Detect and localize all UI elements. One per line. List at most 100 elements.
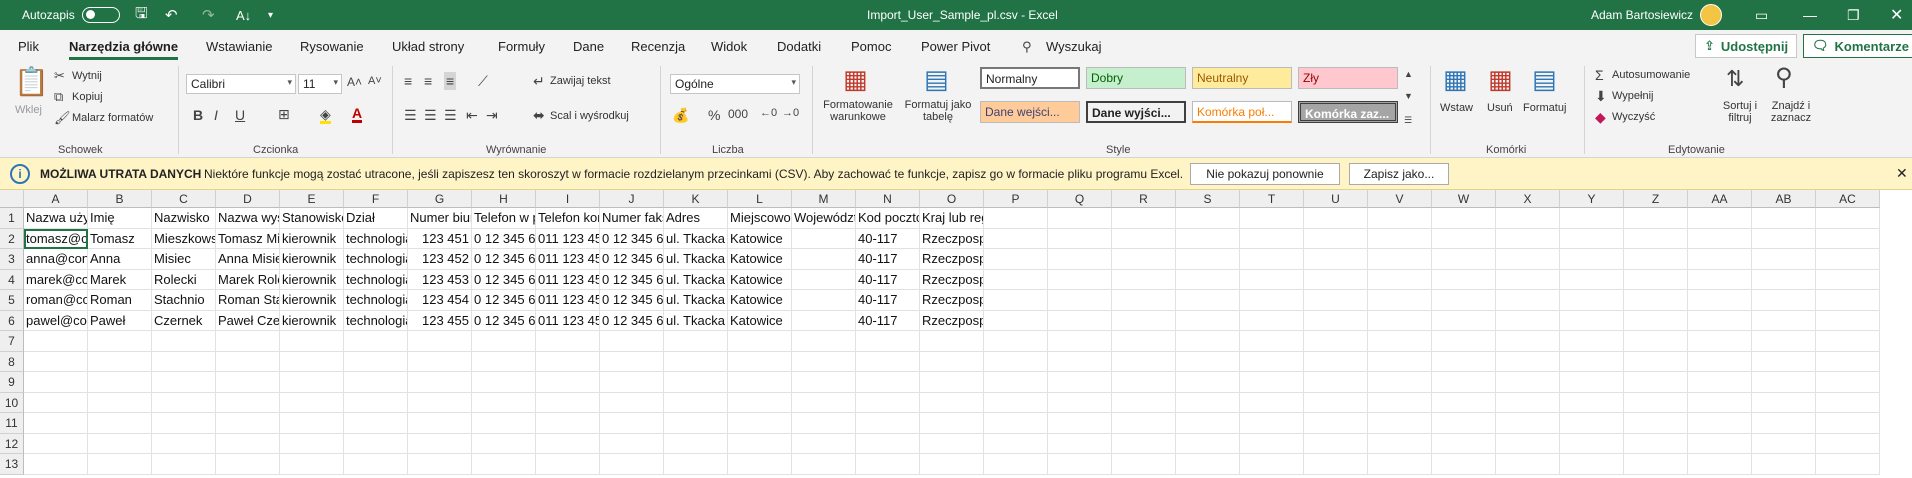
style-check-cell[interactable]: Komórka zaz... — [1298, 101, 1398, 123]
row-header-6[interactable]: 6 — [0, 310, 24, 331]
cell-q6[interactable] — [1048, 310, 1112, 331]
cell-f9[interactable] — [344, 372, 408, 393]
cell-t9[interactable] — [1240, 372, 1304, 393]
fill-color-icon[interactable]: ◈ — [320, 107, 331, 124]
merge-center-button[interactable]: Scal i wyśrodkuj — [550, 110, 629, 122]
cell-n6[interactable]: 40-117 — [856, 310, 920, 331]
cell-u9[interactable] — [1304, 372, 1368, 393]
cell-m2[interactable] — [792, 228, 856, 249]
align-center-icon[interactable]: ☰ — [424, 108, 437, 122]
cell-s11[interactable] — [1176, 413, 1240, 434]
format-cells-button[interactable]: Formatuj — [1523, 102, 1566, 114]
search-icon[interactable]: ⚲ — [1022, 39, 1032, 55]
cell-m9[interactable] — [792, 372, 856, 393]
currency-icon[interactable]: 💰 — [672, 108, 689, 122]
cell-z4[interactable] — [1624, 269, 1688, 290]
cell-i8[interactable] — [536, 351, 600, 372]
cell-w3[interactable] — [1432, 249, 1496, 270]
cell-u11[interactable] — [1304, 413, 1368, 434]
cell-a11[interactable] — [24, 413, 88, 434]
align-right-icon[interactable]: ☰ — [444, 108, 457, 122]
cell-a12[interactable] — [24, 433, 88, 454]
cell-y7[interactable] — [1560, 331, 1624, 352]
cell-b5[interactable]: Roman — [88, 290, 152, 311]
cell-y2[interactable] — [1560, 228, 1624, 249]
cut-icon[interactable]: ✂ — [54, 69, 65, 82]
cell-c1[interactable]: Nazwisko — [152, 208, 216, 229]
cell-r9[interactable] — [1112, 372, 1176, 393]
cell-t11[interactable] — [1240, 413, 1304, 434]
cell-aa3[interactable] — [1688, 249, 1752, 270]
close-icon[interactable]: ✕ — [1890, 0, 1903, 30]
tab-page-layout[interactable]: Układ strony — [392, 39, 464, 54]
cell-p13[interactable] — [984, 454, 1048, 475]
font-name-dropdown[interactable]: Calibri — [186, 74, 296, 94]
cell-n8[interactable] — [856, 351, 920, 372]
comments-button[interactable]: 🗨 Komentarze — [1803, 34, 1912, 58]
cell-z5[interactable] — [1624, 290, 1688, 311]
cell-l2[interactable]: Katowice — [728, 228, 792, 249]
cell-n11[interactable] — [856, 413, 920, 434]
align-middle-icon[interactable]: ≡ — [424, 74, 432, 88]
cell-l6[interactable]: Katowice — [728, 310, 792, 331]
cell-d2[interactable]: Tomasz Mieszkowski — [216, 228, 280, 249]
cell-z9[interactable] — [1624, 372, 1688, 393]
fill-button[interactable]: Wypełnij — [1612, 90, 1653, 102]
column-header-z[interactable]: Z — [1624, 190, 1688, 208]
tab-power-pivot[interactable]: Power Pivot — [921, 39, 990, 54]
decrease-decimal-icon[interactable]: →0 — [782, 108, 799, 119]
column-header-s[interactable]: S — [1176, 190, 1240, 208]
cell-aa10[interactable] — [1688, 392, 1752, 413]
cell-k1[interactable]: Adres — [664, 208, 728, 229]
clear-icon[interactable]: ◆ — [1595, 110, 1606, 124]
cell-y4[interactable] — [1560, 269, 1624, 290]
cell-a7[interactable] — [24, 331, 88, 352]
cell-v7[interactable] — [1368, 331, 1432, 352]
column-header-x[interactable]: X — [1496, 190, 1560, 208]
cell-m10[interactable] — [792, 392, 856, 413]
column-header-ab[interactable]: AB — [1752, 190, 1816, 208]
cell-ac8[interactable] — [1816, 351, 1880, 372]
cell-z10[interactable] — [1624, 392, 1688, 413]
cell-y9[interactable] — [1560, 372, 1624, 393]
cell-aa12[interactable] — [1688, 433, 1752, 454]
cell-ac3[interactable] — [1816, 249, 1880, 270]
cell-w6[interactable] — [1432, 310, 1496, 331]
cell-o3[interactable]: Rzeczpospolita Polska — [920, 249, 984, 270]
cell-c13[interactable] — [152, 454, 216, 475]
cell-w11[interactable] — [1432, 413, 1496, 434]
cell-m12[interactable] — [792, 433, 856, 454]
avatar[interactable] — [1700, 4, 1722, 26]
cell-f1[interactable]: Dział — [344, 208, 408, 229]
cell-y12[interactable] — [1560, 433, 1624, 454]
align-top-icon[interactable]: ≡ — [404, 74, 412, 88]
cell-b3[interactable]: Anna — [88, 249, 152, 270]
cell-s4[interactable] — [1176, 269, 1240, 290]
worksheet-grid[interactable]: A B C D E F G H I J K L M N O P Q R S T U V W X Y Z AA AB AC 1 Nazwa u… — [0, 190, 1912, 478]
close-message-icon[interactable]: ✕ — [1896, 165, 1908, 182]
cell-v1[interactable] — [1368, 208, 1432, 229]
cell-aa7[interactable] — [1688, 331, 1752, 352]
cell-h4[interactable]: 0 12 345 6789 — [472, 269, 536, 290]
style-output[interactable]: Dane wyjści... — [1086, 101, 1186, 123]
increase-font-icon[interactable]: A˄ — [347, 76, 362, 88]
cell-r13[interactable] — [1112, 454, 1176, 475]
style-input[interactable]: Dane wejści... — [980, 101, 1080, 123]
cell-h9[interactable] — [472, 372, 536, 393]
tab-help[interactable]: Pomoc — [851, 39, 891, 54]
cell-j2[interactable]: 0 12 345 6789 — [600, 228, 664, 249]
cell-e8[interactable] — [280, 351, 344, 372]
cell-g4[interactable]: 123 453 — [408, 269, 472, 290]
cell-p4[interactable] — [984, 269, 1048, 290]
cell-a1[interactable]: Nazwa użytkownika — [24, 208, 88, 229]
cell-c6[interactable]: Czernek — [152, 310, 216, 331]
cell-l9[interactable] — [728, 372, 792, 393]
cell-f11[interactable] — [344, 413, 408, 434]
cell-ab9[interactable] — [1752, 372, 1816, 393]
cell-i12[interactable] — [536, 433, 600, 454]
cell-ac1[interactable] — [1816, 208, 1880, 229]
cell-e7[interactable] — [280, 331, 344, 352]
cell-d8[interactable] — [216, 351, 280, 372]
cell-t8[interactable] — [1240, 351, 1304, 372]
column-header-m[interactable]: M — [792, 190, 856, 208]
